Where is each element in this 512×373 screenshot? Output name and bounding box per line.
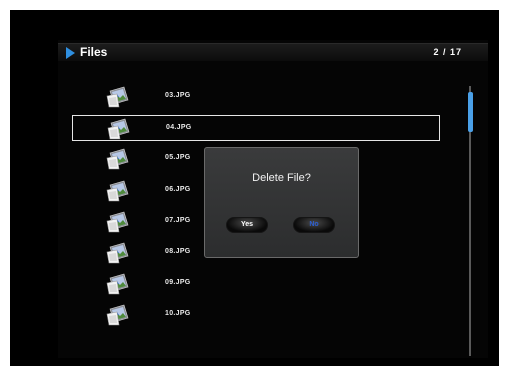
delete-dialog: Delete File? Yes No — [204, 147, 359, 258]
image-file-icon — [106, 211, 130, 233]
file-row[interactable]: 10.JPG — [72, 302, 440, 328]
image-file-icon — [106, 180, 130, 202]
file-name: 10.JPG — [165, 310, 191, 318]
play-triangle-icon — [66, 47, 75, 59]
device-frame: Files 2 / 17 03.JPG 04.JPG 05.JPG 06.JPG 07.… — [10, 10, 499, 366]
header-bar: Files 2 / 17 — [58, 43, 488, 61]
file-name: 05.JPG — [165, 154, 191, 162]
file-row[interactable]: 03.JPG — [72, 84, 440, 110]
file-name: 09.JPG — [165, 279, 191, 287]
file-row[interactable]: 09.JPG — [72, 271, 440, 297]
dialog-message: Delete File? — [252, 172, 311, 184]
yes-button[interactable]: Yes — [226, 217, 268, 233]
file-name: 07.JPG — [165, 216, 191, 224]
image-file-icon — [106, 86, 130, 108]
file-name: 03.JPG — [165, 92, 191, 99]
image-file-icon — [106, 148, 130, 170]
page-title: Files — [80, 45, 108, 59]
scrollbar-thumb[interactable] — [468, 92, 473, 132]
file-name: 04.JPG — [166, 124, 192, 132]
page-indicator: 2 / 17 — [433, 47, 462, 57]
file-name: 06.JPG — [165, 185, 191, 193]
file-name: 08.JPG — [165, 248, 191, 255]
no-button[interactable]: No — [293, 217, 335, 233]
file-row[interactable]: 04.JPG — [72, 115, 440, 142]
image-file-icon — [107, 118, 131, 140]
image-file-icon — [106, 242, 130, 264]
screen: Files 2 / 17 03.JPG 04.JPG 05.JPG 06.JPG 07.… — [58, 40, 488, 358]
image-file-icon — [106, 304, 130, 326]
image-file-icon — [106, 273, 130, 295]
